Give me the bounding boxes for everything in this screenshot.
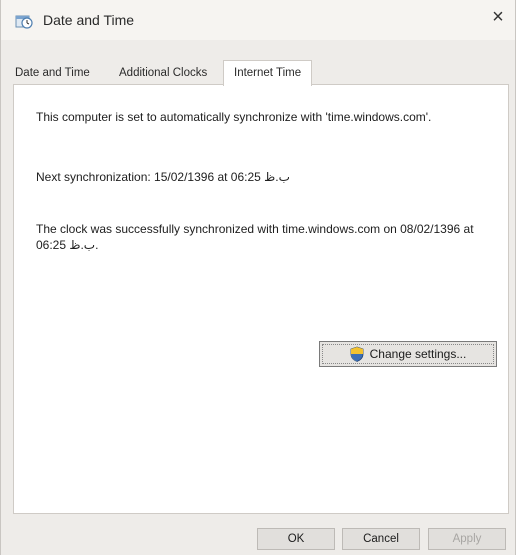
change-settings-button[interactable]: Change settings... bbox=[319, 341, 497, 367]
clock-calendar-icon bbox=[15, 15, 33, 29]
tab-additional-clocks[interactable]: Additional Clocks bbox=[117, 62, 209, 84]
title-bar: Date and Time × bbox=[1, 0, 515, 40]
apply-button: Apply bbox=[428, 528, 506, 550]
next-sync-text: Next synchronization: 15/02/1396 at 06:2… bbox=[36, 170, 290, 184]
date-and-time-window: Date and Time × Date and Time Additional… bbox=[0, 0, 516, 555]
tab-internet-time[interactable]: Internet Time bbox=[223, 60, 313, 86]
uac-shield-icon bbox=[350, 346, 364, 362]
ok-button[interactable]: OK bbox=[257, 528, 335, 550]
close-button[interactable]: × bbox=[481, 0, 515, 34]
internet-time-panel: This computer is set to automatically sy… bbox=[13, 84, 509, 514]
close-icon: × bbox=[492, 5, 504, 28]
last-sync-result-text: The clock was successfully synchronized … bbox=[36, 222, 474, 252]
auto-sync-status-text: This computer is set to automatically sy… bbox=[36, 110, 432, 124]
window-title: Date and Time bbox=[43, 12, 135, 28]
tab-strip: Date and Time Additional Clocks Internet… bbox=[13, 60, 509, 86]
cancel-button[interactable]: Cancel bbox=[342, 528, 420, 550]
tab-date-and-time[interactable]: Date and Time bbox=[13, 62, 92, 84]
change-settings-label: Change settings... bbox=[369, 347, 467, 361]
